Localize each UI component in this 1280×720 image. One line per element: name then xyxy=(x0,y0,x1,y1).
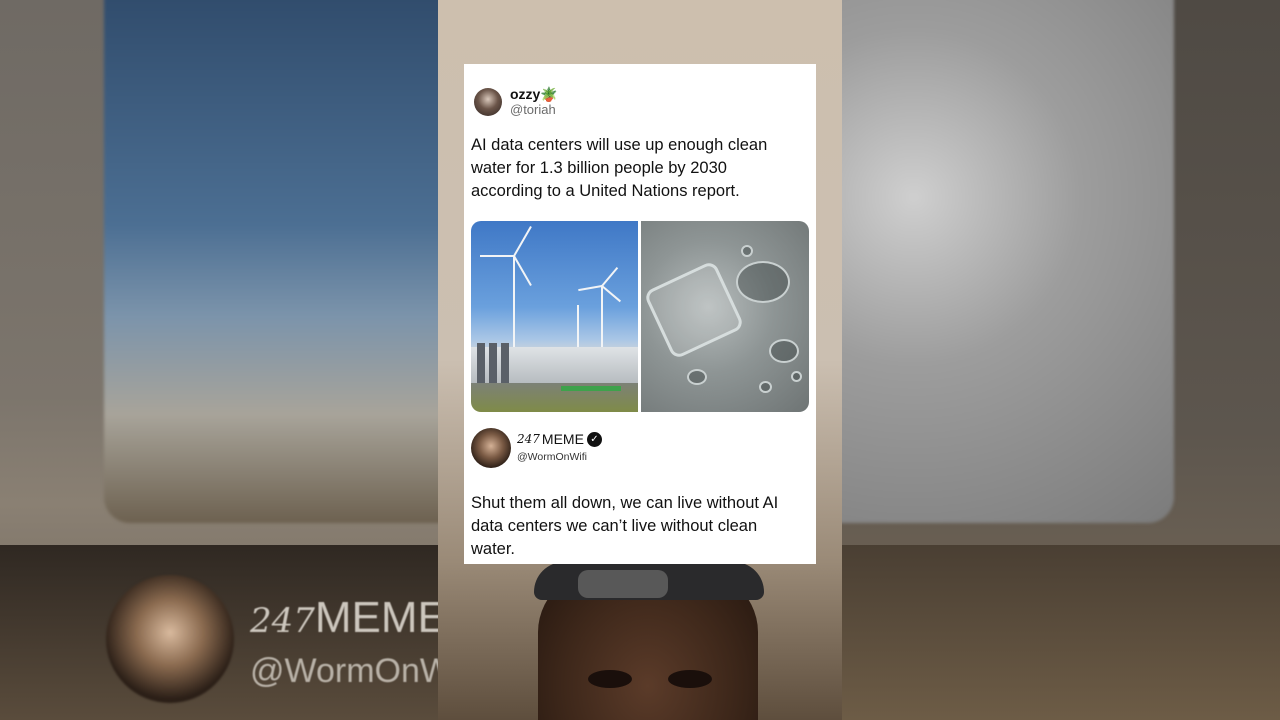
cooling-tank xyxy=(477,343,485,383)
original-author-avatar[interactable] xyxy=(474,88,502,116)
background-right-panel xyxy=(842,0,1280,720)
water-drop xyxy=(687,369,707,385)
reply-author-avatar[interactable] xyxy=(471,428,511,468)
background-avatar xyxy=(106,575,234,703)
verified-badge-icon: ✓ xyxy=(586,431,602,447)
reply-text: Shut them all down, we can live without … xyxy=(471,494,779,558)
background-turbine-image xyxy=(104,0,438,523)
tweet-card: ozzy🪴 @toriah AI data centers will use u… xyxy=(464,64,816,564)
water-drop xyxy=(791,371,802,382)
turbine-tower xyxy=(577,305,579,351)
turbine-blade xyxy=(480,255,514,257)
background-room xyxy=(842,545,1280,720)
background-water-image xyxy=(842,0,1174,523)
reply-author-handle[interactable]: @WormOnWifi xyxy=(517,449,602,465)
turbine-blade xyxy=(578,285,603,292)
original-author-handle[interactable]: @toriah xyxy=(510,102,558,118)
water-glass xyxy=(643,259,745,361)
water-drop xyxy=(741,245,753,257)
cooling-tank xyxy=(489,343,497,383)
creator-left-eye xyxy=(588,670,632,688)
plant-icon: 🪴 xyxy=(540,86,558,102)
water-drop xyxy=(769,339,799,363)
original-author-name[interactable]: ozzy🪴 xyxy=(510,86,558,102)
turbine-blade xyxy=(601,285,622,303)
original-post-text: AI data centers will use up enough clean… xyxy=(471,136,768,200)
turbine-tower xyxy=(513,255,515,347)
reply-author-name[interactable]: 247 MEME ✓ xyxy=(517,431,602,447)
green-fence xyxy=(561,386,621,391)
water-puddle xyxy=(736,261,790,303)
background-author-name: 247MEME xyxy=(250,593,438,642)
wind-turbines-data-center-photo[interactable] xyxy=(471,221,638,412)
original-post-media[interactable] xyxy=(471,221,809,412)
reply-header: 247 MEME ✓ @WormOnWifi xyxy=(471,426,602,470)
turbine-tower xyxy=(601,285,603,349)
background-left-panel: 247MEME @WormOnWi xyxy=(0,0,438,720)
creator-right-eye xyxy=(668,670,712,688)
turbine-blade xyxy=(601,266,619,287)
cap-strap xyxy=(578,570,668,598)
cooling-tank xyxy=(501,343,509,383)
background-author-handle: @WormOnWi xyxy=(250,652,438,690)
water-drop xyxy=(759,381,772,393)
spilled-water-glass-photo[interactable] xyxy=(641,221,809,412)
turbine-blade xyxy=(513,226,532,257)
original-post-header: ozzy🪴 @toriah xyxy=(474,86,558,118)
turbine-blade xyxy=(513,255,532,286)
